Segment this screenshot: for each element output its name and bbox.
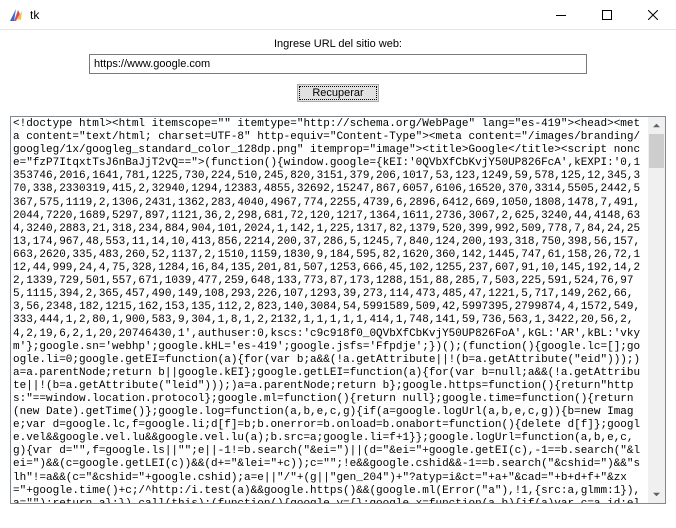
scrollbar-track[interactable] <box>648 134 665 486</box>
scroll-up-button[interactable] <box>648 117 665 134</box>
client-area: Ingrese URL del sitio web: Recuperar <!d… <box>0 30 676 514</box>
url-prompt-label: Ingrese URL del sitio web: <box>10 30 666 54</box>
scroll-down-button[interactable] <box>648 486 665 503</box>
title-bar: tk <box>0 0 676 30</box>
window-title: tk <box>30 8 39 22</box>
output-panel: <!doctype html><html itemscope="" itemty… <box>10 116 666 504</box>
button-row: Recuperar <box>10 84 666 102</box>
maximize-button[interactable] <box>584 0 630 30</box>
fetch-button[interactable]: Recuperar <box>297 84 378 102</box>
output-text[interactable]: <!doctype html><html itemscope="" itemty… <box>11 117 648 503</box>
app-feather-icon <box>8 7 24 23</box>
close-button[interactable] <box>630 0 676 30</box>
vertical-scrollbar[interactable] <box>648 117 665 503</box>
url-input[interactable] <box>89 54 587 74</box>
minimize-button[interactable] <box>538 0 584 30</box>
scrollbar-thumb[interactable] <box>649 134 664 168</box>
url-row <box>10 54 666 74</box>
